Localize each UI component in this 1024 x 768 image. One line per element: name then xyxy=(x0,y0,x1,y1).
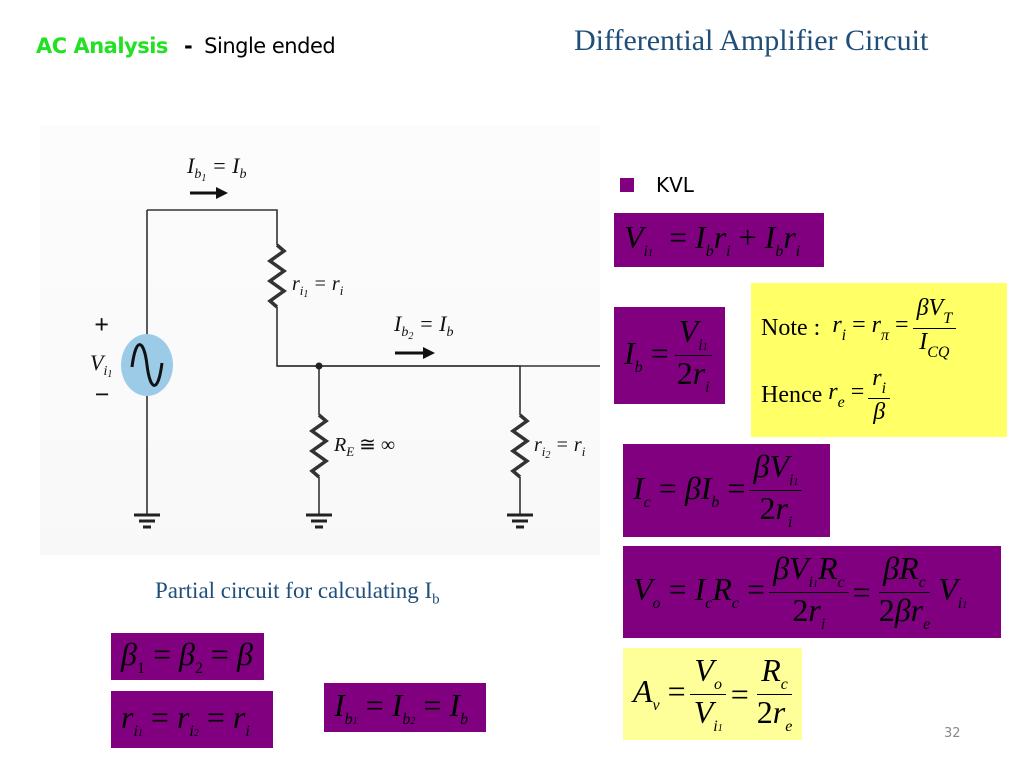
equation-ri: ri1 = ri2 = ri xyxy=(111,691,273,748)
equation-kvl: Vi1 = Ibri + Ibri xyxy=(614,213,824,267)
resistor-re xyxy=(308,413,330,479)
header-separator: - xyxy=(183,34,193,58)
equation-ib-equal: Ib1 = Ib2 = Ib xyxy=(324,683,486,732)
header-subtitle: Single ended xyxy=(204,34,336,58)
label-vi1: Vi1 xyxy=(90,350,112,380)
page-number: 32 xyxy=(944,726,961,741)
section-label: AC Analysis xyxy=(36,34,168,58)
plus-sign: + xyxy=(94,310,109,339)
label-ib1: Ib1 = Ib xyxy=(186,153,247,184)
bullet-label: KVL xyxy=(656,173,694,197)
slide-header: AC Analysis - Single ended xyxy=(36,34,336,58)
note-box: Note : ri = rπ = βVT ICQ Hence re = ri β xyxy=(751,283,1007,437)
ground-icon xyxy=(306,513,332,529)
equation-beta: β1 = β2 = β xyxy=(111,633,264,680)
ground-icon xyxy=(507,513,533,529)
resistor-ri1 xyxy=(266,243,288,309)
current-arrow-icon xyxy=(395,347,435,359)
wire-top xyxy=(147,209,278,245)
bullet-kvl: KVL xyxy=(620,173,694,197)
equation-av: Av = Vo Vi1 = Rc 2re xyxy=(623,648,802,740)
junction-node xyxy=(315,362,323,370)
label-ri1: ri1 = ri xyxy=(292,273,344,300)
equation-ic: Ic = βIb = βVi1 2ri xyxy=(623,444,830,537)
circuit-diagram: Ib1 = Ib ri1 = ri Ib2 = Ib RE ≅ ∞ ri2 = … xyxy=(90,153,600,529)
resistor-ri2 xyxy=(509,413,531,479)
label-re: RE ≅ ∞ xyxy=(333,434,395,459)
slide-title: Differential Amplifier Circuit xyxy=(574,24,929,57)
current-arrow-icon xyxy=(190,187,228,199)
figure-caption: Partial circuit for calculating Ib xyxy=(155,578,440,608)
equation-ib: Ib = Vi1 2ri xyxy=(614,307,725,404)
ground-icon xyxy=(134,513,160,529)
label-ri2: ri2 = ri xyxy=(534,434,586,461)
minus-sign: − xyxy=(94,380,110,409)
equation-vo: Vo = IcRc = βVi1Rc 2ri = βRc 2βre Vi1 xyxy=(623,546,1001,638)
label-ib2: Ib2 = Ib xyxy=(393,311,454,342)
bullet-square-icon xyxy=(620,178,634,192)
